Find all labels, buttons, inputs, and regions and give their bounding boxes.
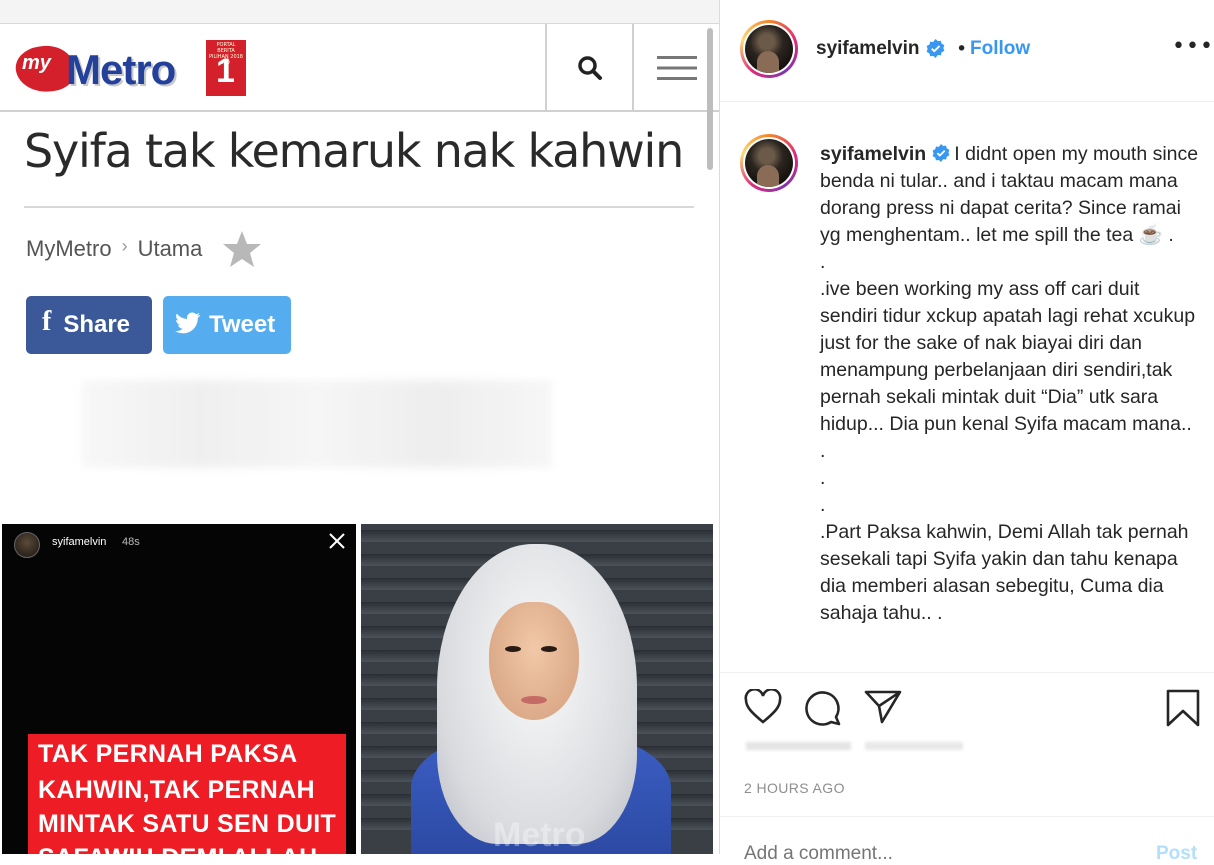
avatar[interactable]	[740, 20, 798, 78]
share-label: Share	[63, 311, 131, 338]
avatar	[14, 532, 40, 558]
breadcrumb-utama[interactable]: Utama	[138, 236, 203, 262]
chevron-right-icon: ›	[121, 235, 128, 256]
follow-button[interactable]: Follow	[970, 38, 1030, 60]
verified-badge-icon	[926, 39, 944, 59]
instagram-story-screenshot: syifamelvin 48s TAK PERNAH PAKSA KAHWIN,…	[2, 524, 356, 854]
twitter-tweet-button[interactable]: Tweet	[163, 296, 291, 354]
shutter-slat	[361, 530, 713, 542]
avatar[interactable]	[740, 134, 798, 192]
search-button[interactable]	[547, 24, 632, 112]
post-timestamp: 2 HOURS AGO	[744, 780, 845, 796]
callout-line: TAK PERNAH PAKSA	[38, 740, 298, 768]
story-username: syifamelvin	[52, 536, 107, 548]
article-headline: Syifa tak kemaruk nak kahwin	[24, 124, 684, 178]
eye	[541, 646, 557, 652]
twitter-bird-icon	[175, 312, 201, 334]
headline-divider	[24, 206, 694, 208]
callout-line: KAHWIN,TAK PERNAH	[38, 776, 315, 804]
logo-my-text: my	[22, 52, 51, 74]
verified-badge-icon	[932, 143, 950, 162]
comment-input[interactable]	[744, 843, 1124, 865]
instagram-post-panel: syifamelvin • Follow ••• syifamelvin I d…	[720, 0, 1214, 865]
site-navbar: my Metro PORTAL BERITA PILIHAN 2018 NO 1	[0, 24, 720, 112]
caption-paragraph: .Part Paksa kahwin, Demi Allah tak perna…	[820, 521, 1194, 624]
caption-username[interactable]: syifamelvin	[820, 143, 926, 165]
comment-bar: Post	[720, 816, 1214, 865]
scrollbar[interactable]	[707, 28, 713, 170]
my-metro-logo[interactable]: my Metro PORTAL BERITA PILIHAN 2018 NO 1	[13, 38, 246, 98]
caption-paragraph: .	[820, 467, 826, 489]
post-caption: syifamelvin I didnt open my mouth since …	[820, 141, 1200, 627]
separator-dot: •	[956, 38, 968, 60]
callout-line: MINTAK SATU SEN DUIT	[38, 810, 337, 838]
badge-number: 1	[216, 52, 235, 90]
username-text: syifamelvin	[816, 38, 920, 59]
logo-award-badge: PORTAL BERITA PILIHAN 2018 NO 1	[206, 40, 246, 96]
more-options-icon[interactable]: •••	[1172, 34, 1214, 59]
tweet-label: Tweet	[209, 311, 276, 338]
profile-picture	[745, 139, 793, 187]
search-icon	[577, 56, 602, 80]
breadcrumb: MyMetro › Utama	[26, 230, 262, 268]
bookmark-save-icon[interactable]	[1166, 689, 1200, 727]
eye	[505, 646, 521, 652]
close-icon	[329, 533, 345, 549]
caption-paragraph: .ive been working my ass off cari duit s…	[820, 278, 1201, 462]
post-comment-button[interactable]: Post	[1156, 843, 1197, 865]
caption-paragraph: .	[820, 251, 826, 273]
callout-line: SAFAWIH.DEMI ALLAH	[38, 844, 317, 854]
profile-picture	[745, 25, 793, 73]
article-panel: my Metro PORTAL BERITA PILIHAN 2018 NO 1…	[0, 0, 720, 854]
star-icon[interactable]	[222, 230, 262, 268]
facebook-share-button[interactable]: f Share	[26, 296, 152, 354]
caption-paragraph: .	[820, 494, 826, 516]
likes-line-blurred	[746, 742, 1096, 750]
post-actions	[720, 672, 1214, 744]
post-username[interactable]: syifamelvin	[816, 38, 945, 60]
breadcrumb-mymetro[interactable]: MyMetro	[26, 236, 112, 262]
lips	[521, 696, 547, 704]
story-time: 48s	[122, 536, 140, 548]
photo-watermark: Metro	[493, 816, 586, 854]
share-send-icon[interactable]	[864, 689, 902, 725]
comment-icon[interactable]	[804, 689, 842, 727]
browser-top-strip	[0, 0, 720, 24]
facebook-icon: f	[42, 306, 52, 337]
logo-metro-text: Metro	[66, 46, 176, 93]
like-heart-icon[interactable]	[744, 689, 782, 725]
caption-paragraph: syifamelvin I didnt open my mouth since …	[820, 141, 1200, 249]
ad-placeholder	[82, 380, 552, 468]
hamburger-menu-icon	[657, 56, 697, 80]
post-header: syifamelvin • Follow •••	[720, 0, 1214, 102]
article-photo: Metro	[361, 524, 713, 854]
